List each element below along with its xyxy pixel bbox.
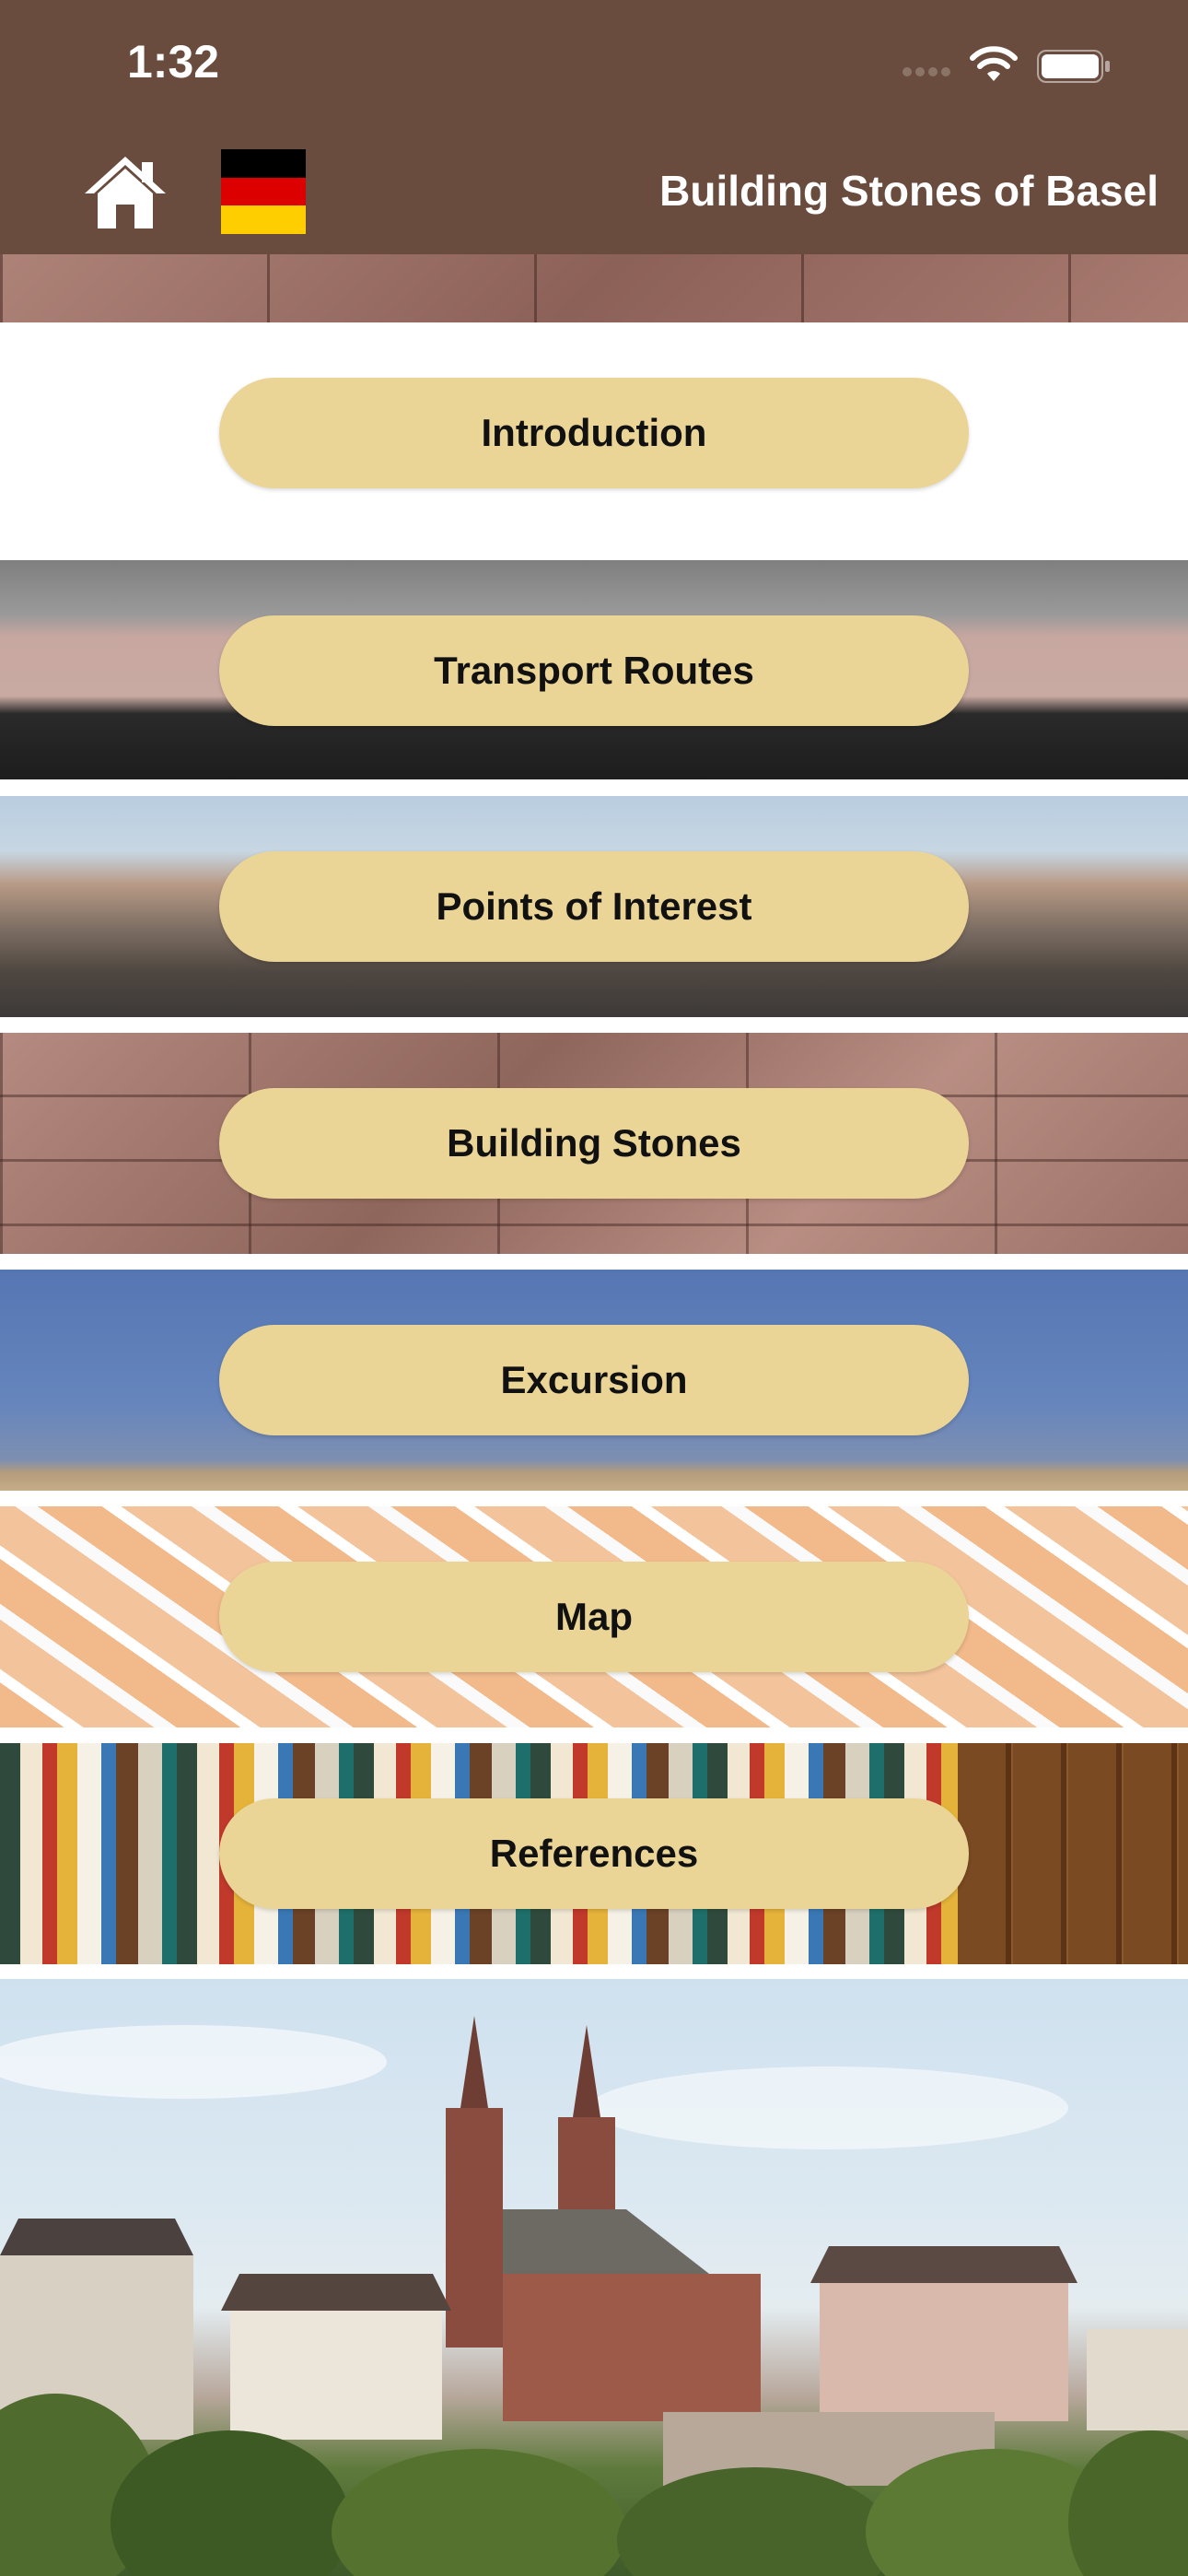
excursion-button[interactable]: Excursion <box>219 1325 969 1435</box>
references-band-image: References <box>0 1743 1188 1964</box>
app-header: 1:32 Building Stones of Basel <box>0 0 1188 254</box>
excursion-band-image: Excursion <box>0 1270 1188 1491</box>
cathedral-illustration <box>0 2016 1188 2576</box>
map-band-image: Map <box>0 1506 1188 1727</box>
header-stone-strip-image <box>0 254 1188 322</box>
building-stones-button[interactable]: Building Stones <box>219 1088 969 1199</box>
app-title: Building Stones of Basel <box>659 167 1159 215</box>
basel-cathedral-image <box>0 1979 1188 2576</box>
transport-routes-button[interactable]: Transport Routes <box>219 615 969 726</box>
german-flag-icon[interactable] <box>221 149 306 234</box>
wifi-icon <box>970 46 1018 81</box>
introduction-button[interactable]: Introduction <box>219 378 969 488</box>
points-of-interest-band-image: Points of Interest <box>0 796 1188 1017</box>
transport-routes-band-image: Transport Routes <box>0 560 1188 779</box>
points-of-interest-button[interactable]: Points of Interest <box>219 851 969 962</box>
status-time: 1:32 <box>127 36 220 88</box>
building-stones-band-image: Building Stones <box>0 1033 1188 1254</box>
map-button[interactable]: Map <box>219 1562 969 1672</box>
battery-icon <box>1037 50 1110 83</box>
home-icon[interactable] <box>81 153 169 230</box>
introduction-band: Introduction <box>0 322 1188 560</box>
cellular-signal-icon <box>903 64 954 81</box>
leather-books-decor <box>958 1743 1188 1964</box>
references-button[interactable]: References <box>219 1798 969 1909</box>
